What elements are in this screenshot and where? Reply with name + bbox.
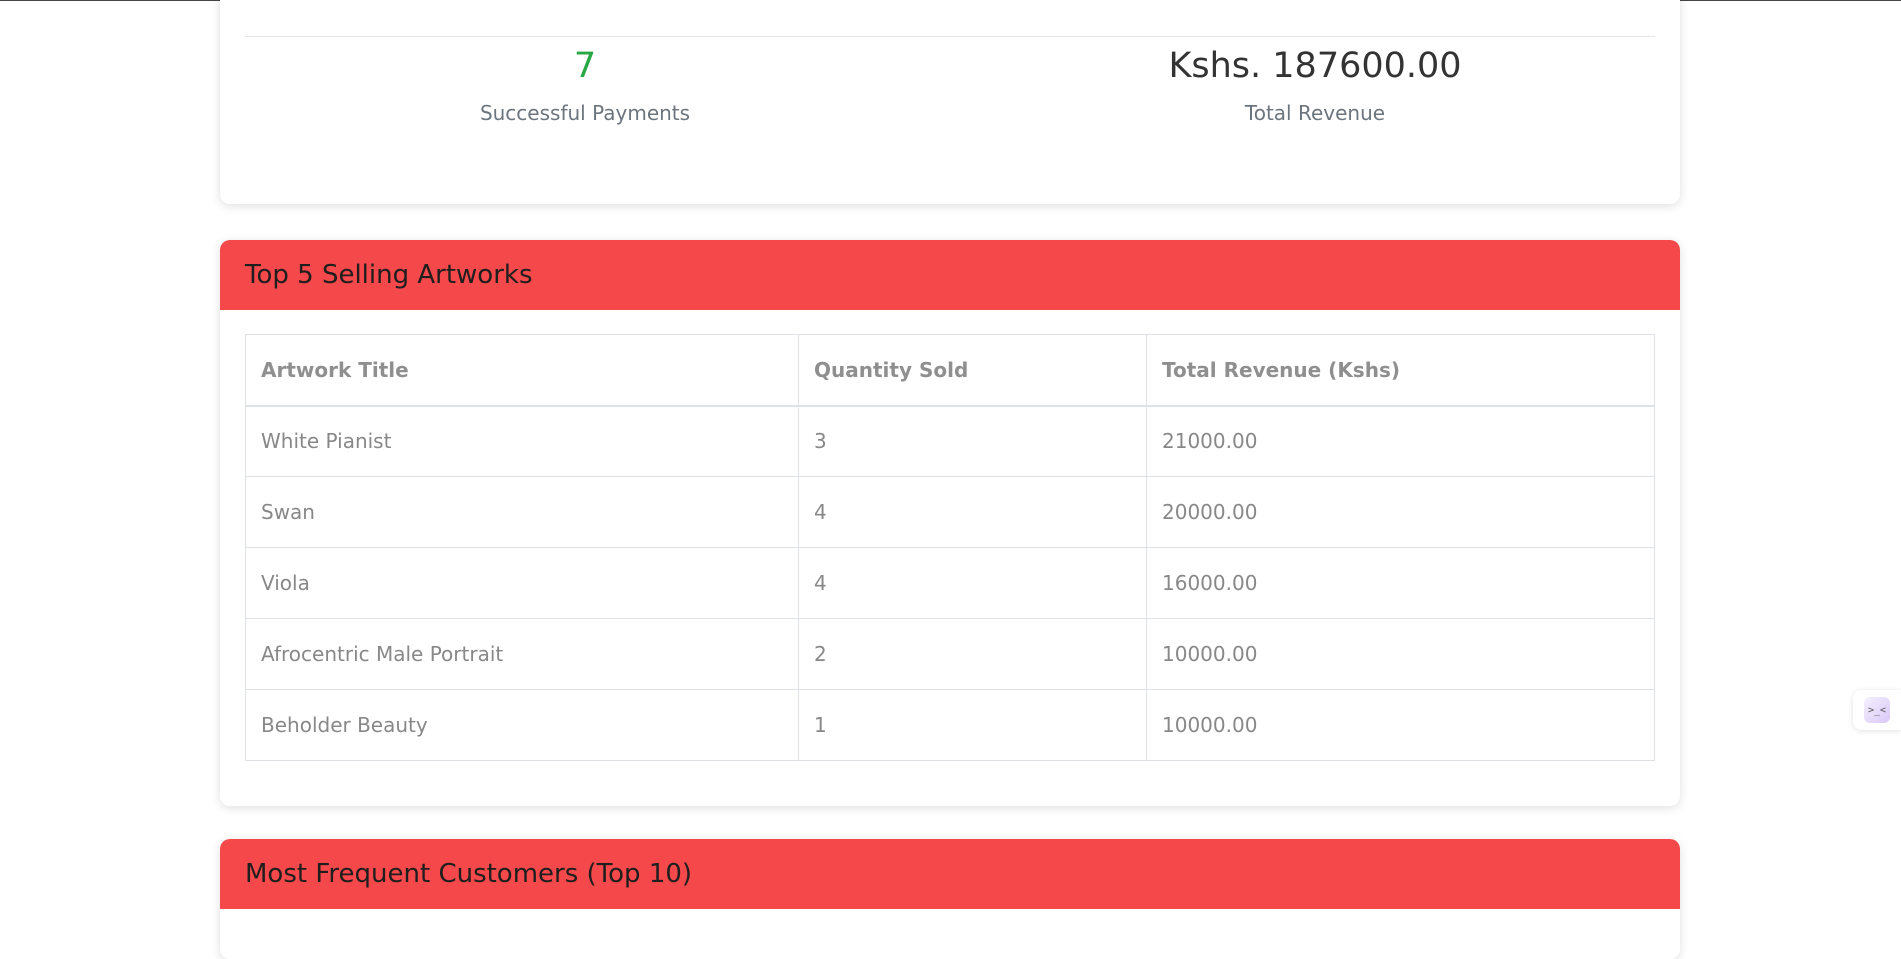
frequent-customers-header: Most Frequent Customers (Top 10) bbox=[220, 839, 1680, 909]
quantity-sold-cell: 4 bbox=[798, 476, 1147, 548]
successful-payments-stat: 7 Successful Payments bbox=[220, 42, 950, 126]
top-artworks-table-wrap: Artwork Title Quantity Sold Total Revenu… bbox=[245, 334, 1655, 761]
column-header-artwork-title: Artwork Title bbox=[245, 334, 799, 407]
total-revenue-cell: 10000.00 bbox=[1146, 689, 1655, 761]
artwork-title-cell: Afrocentric Male Portrait bbox=[245, 618, 799, 690]
total-revenue-cell: 10000.00 bbox=[1146, 618, 1655, 690]
table-row: Swan 4 20000.00 bbox=[245, 476, 1655, 548]
table-row: White Pianist 3 21000.00 bbox=[245, 405, 1655, 477]
top-artworks-card: Top 5 Selling Artworks Artwork Title Qua… bbox=[220, 240, 1680, 806]
artwork-title-cell: Swan bbox=[245, 476, 799, 548]
artwork-title-cell: Beholder Beauty bbox=[245, 689, 799, 761]
column-header-quantity-sold: Quantity Sold bbox=[798, 334, 1147, 407]
column-header-total-revenue: Total Revenue (Kshs) bbox=[1146, 334, 1655, 407]
total-revenue-stat: Kshs. 187600.00 Total Revenue bbox=[950, 42, 1680, 126]
total-revenue-label: Total Revenue bbox=[1244, 101, 1386, 125]
artwork-title-cell: White Pianist bbox=[245, 405, 799, 477]
table-row: Beholder Beauty 1 10000.00 bbox=[245, 689, 1655, 761]
total-revenue-cell: 16000.00 bbox=[1146, 547, 1655, 619]
assistant-face-icon: >_< bbox=[1864, 697, 1890, 723]
stats-divider bbox=[245, 36, 1655, 37]
quantity-sold-cell: 3 bbox=[798, 405, 1147, 477]
frequent-customers-title: Most Frequent Customers (Top 10) bbox=[245, 859, 693, 889]
payment-stats-card: 7 Successful Payments Kshs. 187600.00 To… bbox=[220, 0, 1680, 204]
artwork-title-cell: Viola bbox=[245, 547, 799, 619]
top-artworks-header: Top 5 Selling Artworks bbox=[220, 240, 1680, 310]
total-revenue-cell: 20000.00 bbox=[1146, 476, 1655, 548]
total-revenue-cell: 21000.00 bbox=[1146, 405, 1655, 477]
table-header-row: Artwork Title Quantity Sold Total Revenu… bbox=[245, 334, 1655, 407]
quantity-sold-cell: 4 bbox=[798, 547, 1147, 619]
frequent-customers-card: Most Frequent Customers (Top 10) bbox=[220, 839, 1680, 959]
total-revenue-value: Kshs. 187600.00 bbox=[1168, 46, 1462, 86]
table-row: Afrocentric Male Portrait 2 10000.00 bbox=[245, 618, 1655, 690]
successful-payments-value: 7 bbox=[573, 46, 597, 86]
assistant-widget-button[interactable]: >_< bbox=[1853, 690, 1901, 730]
quantity-sold-cell: 1 bbox=[798, 689, 1147, 761]
top-artworks-table: Artwork Title Quantity Sold Total Revenu… bbox=[245, 334, 1655, 761]
top-artworks-title: Top 5 Selling Artworks bbox=[245, 260, 533, 290]
successful-payments-label: Successful Payments bbox=[479, 101, 691, 125]
quantity-sold-cell: 2 bbox=[798, 618, 1147, 690]
table-row: Viola 4 16000.00 bbox=[245, 547, 1655, 619]
